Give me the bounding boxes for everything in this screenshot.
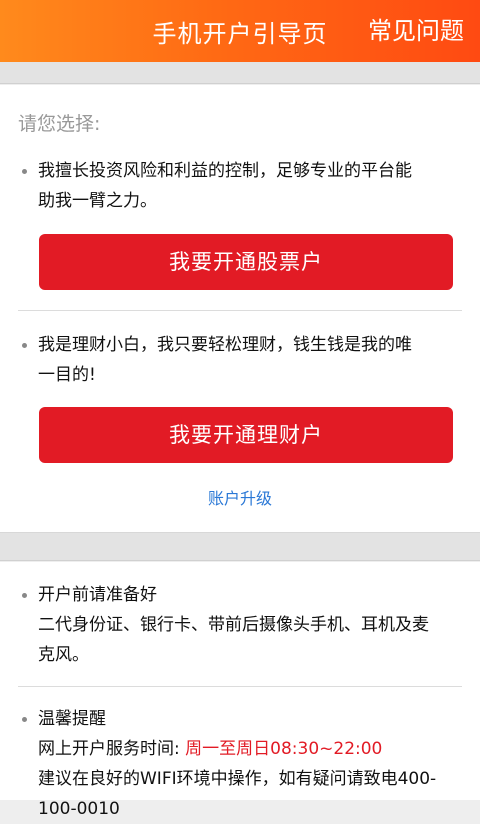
- faq-link[interactable]: 常见问题: [368, 11, 464, 46]
- service-time-label: 网上开户服务时间:: [38, 739, 180, 759]
- prepare-section: 开户前请准备好 二代身份证、银行卡、带前后摄像头手机、耳机及麦 克风。: [22, 580, 462, 670]
- service-hours: 08:30~22:00: [270, 739, 383, 759]
- prepare-line1: 二代身份证、银行卡、带前后摄像头手机、耳机及麦: [38, 615, 429, 635]
- choice-prompt: 请您选择:: [18, 113, 101, 135]
- section-gap: [0, 62, 480, 84]
- bullet-dot-icon: [22, 343, 27, 348]
- account-choice-card: 请您选择: 我擅长投资风险和利益的控制，足够专业的平台能 助我一臂之力。 我要开…: [0, 85, 480, 533]
- service-days: 周一至周日: [185, 739, 271, 759]
- prepare-line2: 克风。: [38, 645, 89, 665]
- section-gap: [0, 533, 480, 561]
- divider: [18, 686, 462, 687]
- bullet-dot-icon: [22, 169, 27, 174]
- bullet-dot-icon: [22, 717, 27, 722]
- option-stock-line1: 我擅长投资风险和利益的控制，足够专业的平台能: [38, 161, 412, 181]
- divider: [18, 310, 462, 311]
- info-card: 开户前请准备好 二代身份证、银行卡、带前后摄像头手机、耳机及麦 克风。 温馨提醒…: [0, 562, 480, 819]
- bullet-dot-icon: [22, 593, 27, 598]
- prepare-title: 开户前请准备好: [38, 585, 157, 605]
- option-wealth-line2: 一目的!: [38, 365, 96, 385]
- service-time-line: 网上开户服务时间: 周一至周日08:30~22:00: [22, 734, 462, 764]
- tips-title: 温馨提醒: [38, 709, 106, 729]
- account-upgrade-link[interactable]: 账户升级: [0, 485, 480, 509]
- open-stock-account-button[interactable]: 我要开通股票户: [39, 234, 453, 290]
- phone-tail: 100-0010: [38, 799, 120, 819]
- app-header: 手机开户引导页 常见问题: [0, 0, 480, 62]
- tips-section: 温馨提醒 网上开户服务时间: 周一至周日08:30~22:00 建议在良好的WI…: [22, 704, 462, 824]
- option-wealth-line1: 我是理财小白，我只要轻松理财，钱生钱是我的唯: [38, 335, 412, 355]
- option-stock-line2: 助我一臂之力。: [38, 191, 157, 211]
- advice-line: 建议在良好的WIFI环境中操作，如有疑问请致电400-: [38, 769, 437, 789]
- open-wealth-account-button[interactable]: 我要开通理财户: [39, 407, 453, 463]
- option-wealth-description: 我是理财小白，我只要轻松理财，钱生钱是我的唯 一目的!: [22, 330, 462, 390]
- option-stock-description: 我擅长投资风险和利益的控制，足够专业的平台能 助我一臂之力。: [22, 156, 462, 216]
